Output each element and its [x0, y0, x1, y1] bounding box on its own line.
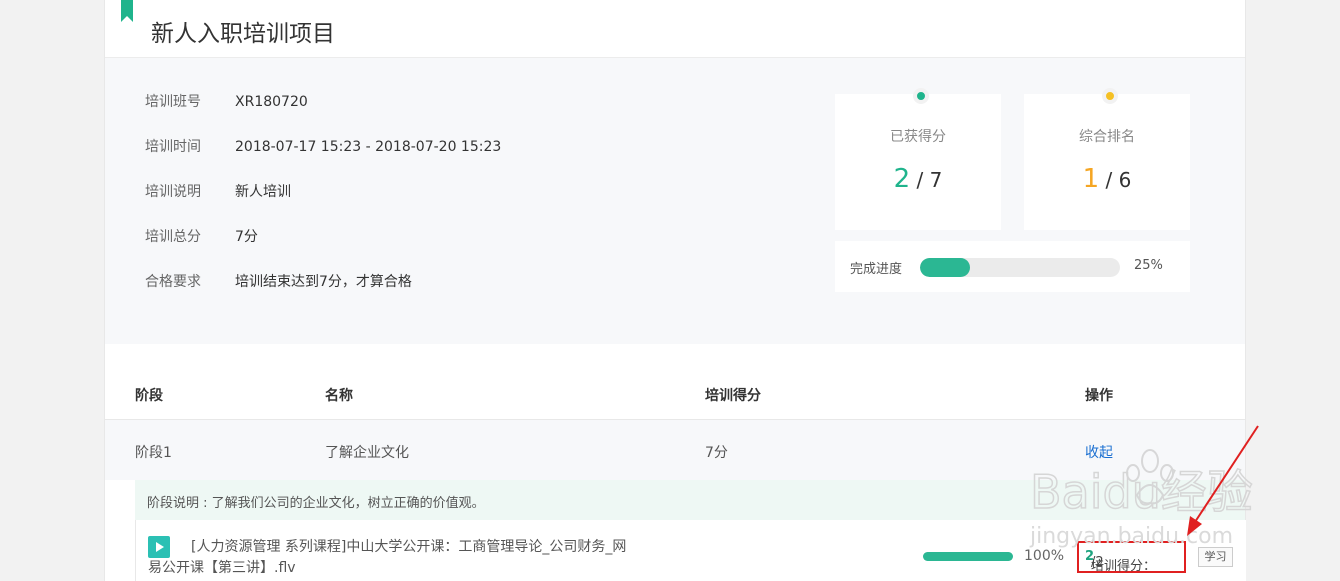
training-card: 新人入职培训项目 培训班号 XR180720 培训时间 2018-07-17 15:… [104, 0, 1246, 581]
rank-stat-value: 1 [1082, 164, 1100, 194]
info-row-requirement: 合格要求 培训结束达到7分，才算合格 [145, 271, 412, 291]
stage-cell: 阶段1 [135, 445, 172, 461]
info-row-description: 培训说明 新人培训 [145, 181, 291, 201]
info-label: 培训总分 [145, 229, 201, 245]
yellow-dot-icon [1102, 88, 1118, 104]
stage-name-cell: 了解企业文化 [325, 445, 409, 461]
info-row-class-no: 培训班号 XR180720 [145, 91, 308, 111]
progress-card: 完成进度 25% [835, 241, 1190, 292]
page-title: 新人入职培训项目 [151, 21, 335, 47]
progress-bar-fill [920, 258, 970, 277]
lesson-progress-percent: 100% [1024, 548, 1065, 564]
header-stage: 阶段 [135, 388, 163, 404]
header-score: 培训得分 [705, 388, 761, 404]
score-stat-card: 已获得分 2 / 7 [835, 88, 1001, 230]
info-row-time: 培训时间 2018-07-17 15:23 - 2018-07-20 15:23 [145, 136, 501, 156]
score-stat-total: / 7 [916, 168, 943, 192]
progress-label: 完成进度 [850, 262, 903, 277]
stage-score-cell: 7分 [705, 445, 728, 461]
info-value: XR180720 [235, 94, 308, 110]
learn-button[interactable]: 学习 [1198, 547, 1233, 567]
rank-stat-card: 综合排名 1 / 6 [1024, 88, 1190, 230]
lesson-row: [人力资源管理 系列课程]中山大学公开课：工商管理导论_公司财务_网易公开课【第… [135, 520, 1246, 581]
info-value: 培训结束达到7分，才算合格 [235, 274, 412, 290]
info-value: 新人培训 [235, 184, 291, 200]
info-value: 2018-07-17 15:23 - 2018-07-20 15:23 [235, 139, 502, 155]
lesson-score-highlight: 培训得分： 2/2 [1077, 541, 1186, 574]
info-label: 培训班号 [145, 94, 201, 110]
bookmark-icon [121, 0, 133, 22]
header-name: 名称 [325, 388, 353, 404]
info-label: 培训时间 [145, 139, 201, 155]
lesson-title[interactable]: [人力资源管理 系列课程]中山大学公开课：工商管理导论_公司财务_网易公开课【第… [148, 537, 638, 579]
progress-bar [920, 258, 1120, 277]
rank-stat-label: 综合排名 [1079, 129, 1135, 145]
progress-percent: 25% [1134, 258, 1163, 273]
stage-description: 阶段说明 : 了解我们公司的企业文化，树立正确的价值观。 [135, 480, 1245, 520]
score-stat-value: 2 [893, 164, 911, 194]
lesson-progress-bar [923, 552, 1013, 561]
score-stat-label: 已获得分 [890, 129, 946, 145]
info-panel: 培训班号 XR180720 培训时间 2018-07-17 15:23 - 2018… [105, 57, 1245, 344]
header-action: 操作 [1085, 388, 1113, 404]
table-row [105, 420, 1245, 480]
info-label: 培训说明 [145, 184, 201, 200]
rank-stat-total: / 6 [1105, 168, 1132, 192]
info-label: 合格要求 [145, 274, 201, 290]
collapse-link[interactable]: 收起 [1085, 442, 1113, 462]
info-value: 7分 [235, 229, 258, 245]
info-row-total-score: 培训总分 7分 [145, 226, 258, 246]
lesson-score-total: /2 [1091, 555, 1104, 570]
green-dot-icon [913, 88, 929, 104]
stage-description-text: 阶段说明 : 了解我们公司的企业文化，树立正确的价值观。 [147, 496, 485, 511]
